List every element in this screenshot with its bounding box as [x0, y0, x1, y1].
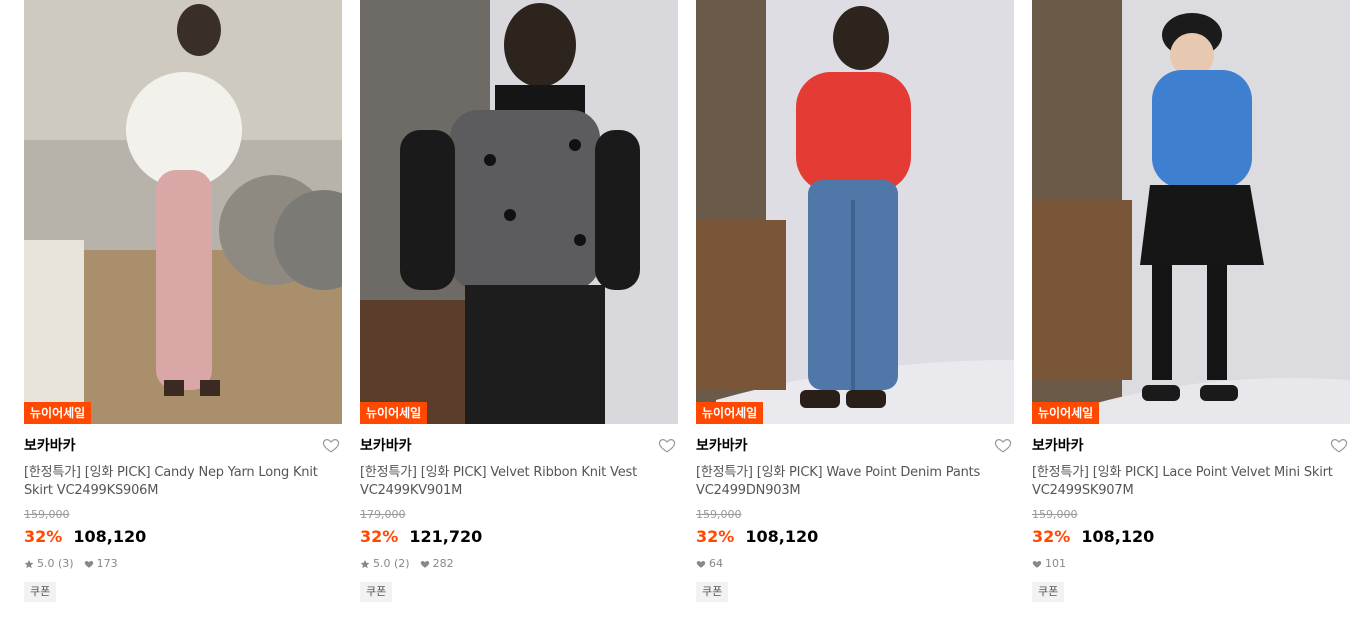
- discount-rate: 32%: [696, 527, 735, 546]
- sale-badge: 뉴이어세일: [1032, 402, 1100, 424]
- original-price: 159,000: [696, 508, 742, 521]
- wishlist-heart-icon[interactable]: [658, 436, 676, 454]
- sale-badge: 뉴이어세일: [696, 402, 764, 424]
- heart-filled-icon: [696, 561, 706, 568]
- likes-count: 101: [1045, 557, 1066, 570]
- sale-price: 121,720: [409, 527, 483, 546]
- sale-price: 108,120: [1081, 527, 1155, 546]
- product-card[interactable]: 뉴이어세일 보카바카 [한정특가] [잉화 PICK] Velvet Ribbo…: [360, 0, 678, 618]
- wishlist-heart-icon[interactable]: [322, 436, 340, 454]
- heart-filled-icon: [1032, 561, 1042, 568]
- sale-price: 108,120: [73, 527, 147, 546]
- heart-filled-icon: [420, 561, 429, 568]
- rating-text: 5.0 (3): [37, 557, 74, 570]
- brand-name[interactable]: 보카바카: [696, 436, 1014, 456]
- product-image[interactable]: 뉴이어세일: [696, 0, 1014, 424]
- brand-name[interactable]: 보카바카: [360, 436, 678, 456]
- rating: 5.0 (3): [24, 556, 74, 572]
- rating: 5.0 (2): [360, 556, 410, 572]
- coupon-tag: 쿠폰: [696, 582, 729, 602]
- wishlist-heart-icon[interactable]: [994, 436, 1012, 454]
- product-name[interactable]: [한정특가] [잉화 PICK] Lace Point Velvet Mini …: [1032, 464, 1350, 500]
- heart-filled-icon: [84, 561, 93, 568]
- product-name[interactable]: [한정특가] [잉화 PICK] Wave Point Denim Pants …: [696, 464, 1014, 500]
- product-card[interactable]: 뉴이어세일 보카바카 [한정특가] [잉화 PICK] Lace Point V…: [1032, 0, 1350, 618]
- star-icon: [24, 559, 34, 569]
- product-card[interactable]: 뉴이어세일 보카바카 [한정특가] [잉화 PICK] Candy Nep Ya…: [24, 0, 342, 618]
- star-icon: [360, 559, 370, 569]
- brand-name[interactable]: 보카바카: [24, 436, 342, 456]
- product-image[interactable]: 뉴이어세일: [360, 0, 678, 424]
- discount-rate: 32%: [24, 527, 63, 546]
- likes-count: 64: [709, 557, 723, 570]
- discount-rate: 32%: [1032, 527, 1071, 546]
- likes: 64: [696, 556, 723, 572]
- product-photo: [24, 0, 342, 424]
- sale-price: 108,120: [745, 527, 819, 546]
- sale-badge: 뉴이어세일: [360, 402, 428, 424]
- likes: 101: [1032, 556, 1066, 572]
- rating-text: 5.0 (2): [373, 557, 410, 570]
- coupon-tag: 쿠폰: [360, 582, 393, 602]
- product-photo: [360, 0, 678, 424]
- wishlist-heart-icon[interactable]: [1330, 436, 1348, 454]
- discount-rate: 32%: [360, 527, 399, 546]
- product-name[interactable]: [한정특가] [잉화 PICK] Velvet Ribbon Knit Vest…: [360, 464, 678, 500]
- likes: 282: [420, 556, 454, 572]
- product-image[interactable]: 뉴이어세일: [1032, 0, 1350, 424]
- original-price: 179,000: [360, 508, 406, 521]
- product-image[interactable]: 뉴이어세일: [24, 0, 342, 424]
- product-name[interactable]: [한정특가] [잉화 PICK] Candy Nep Yarn Long Kni…: [24, 464, 342, 500]
- likes-count: 173: [96, 557, 118, 570]
- product-grid: 뉴이어세일 보카바카 [한정특가] [잉화 PICK] Candy Nep Ya…: [24, 0, 1350, 618]
- sale-badge: 뉴이어세일: [24, 402, 92, 424]
- likes: 173: [84, 556, 118, 572]
- original-price: 159,000: [1032, 508, 1078, 521]
- original-price: 159,000: [24, 508, 70, 521]
- coupon-tag: 쿠폰: [24, 582, 57, 602]
- product-photo: [1032, 0, 1350, 424]
- product-card[interactable]: 뉴이어세일 보카바카 [한정특가] [잉화 PICK] Wave Point D…: [696, 0, 1014, 618]
- coupon-tag: 쿠폰: [1032, 582, 1065, 602]
- brand-name[interactable]: 보카바카: [1032, 436, 1350, 456]
- product-photo: [696, 0, 1014, 424]
- likes-count: 282: [432, 557, 454, 570]
